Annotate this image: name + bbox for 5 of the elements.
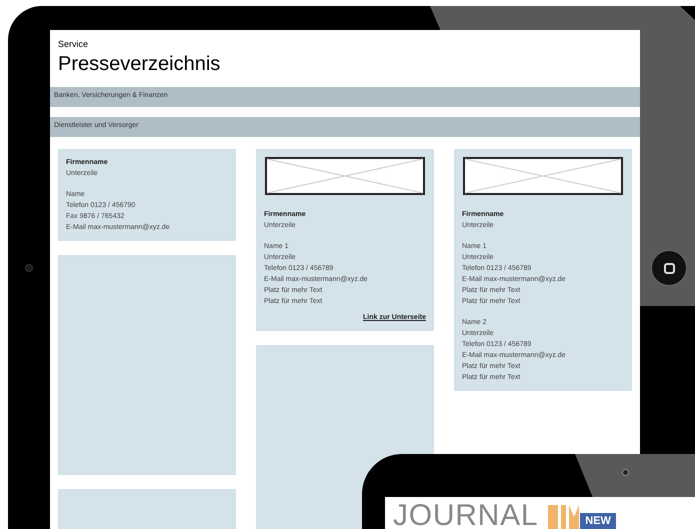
section-label: Service <box>58 38 90 51</box>
new-badge: NEW <box>580 513 616 529</box>
page-title: Presseverzeichnis <box>58 52 222 76</box>
brand-name: JOURNAL <box>393 498 538 529</box>
logo-icon <box>546 503 580 529</box>
